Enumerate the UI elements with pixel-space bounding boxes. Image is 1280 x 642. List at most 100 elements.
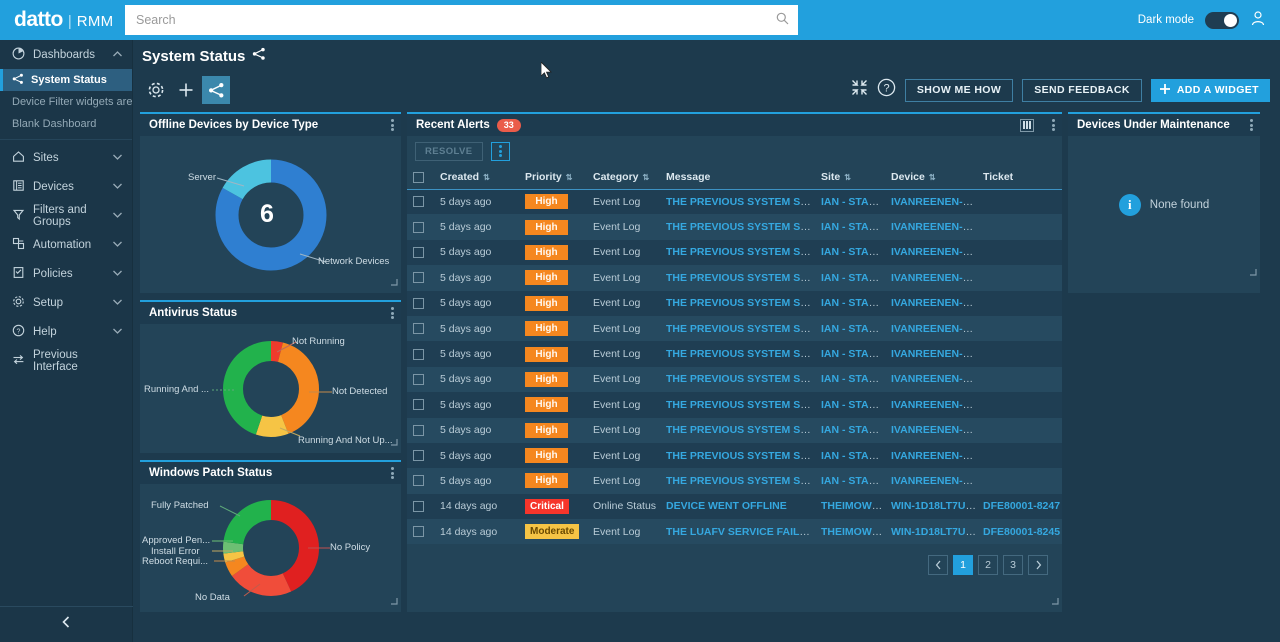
device-link[interactable]: IVANREENEN-TEST bbox=[891, 246, 977, 258]
cell-site[interactable]: IAN - STAGING bbox=[815, 418, 885, 443]
column-header-created[interactable]: Created ⇅ bbox=[434, 166, 519, 190]
cell-ticket[interactable] bbox=[977, 265, 1062, 290]
column-header-ticket[interactable]: Ticket bbox=[977, 166, 1062, 190]
cell-site[interactable]: THEIMOWSKI bbox=[815, 494, 885, 519]
cell-ticket[interactable] bbox=[977, 418, 1062, 443]
select-all-checkbox[interactable] bbox=[413, 171, 424, 183]
cell-site[interactable]: IAN - STAGING bbox=[815, 468, 885, 493]
sort-icon[interactable]: ⇅ bbox=[643, 173, 650, 182]
cell-message[interactable]: DEVICE WENT OFFLINE bbox=[660, 494, 815, 519]
chevron-down-icon[interactable] bbox=[112, 297, 123, 309]
cell-site[interactable]: THEIMOWSKI bbox=[815, 519, 885, 544]
cell-ticket[interactable] bbox=[977, 367, 1062, 392]
kebab-icon[interactable] bbox=[1052, 118, 1055, 133]
message-link[interactable]: THE PREVIOUS SYSTEM SHUTDOWN... bbox=[666, 297, 815, 309]
site-link[interactable]: IAN - STAGING bbox=[821, 475, 885, 487]
chevron-down-icon[interactable] bbox=[112, 152, 123, 164]
ticket-link[interactable]: DFE80001-8245 bbox=[983, 526, 1060, 538]
cell-message[interactable]: THE PREVIOUS SYSTEM SHUTDOWN... bbox=[660, 240, 815, 265]
row-checkbox[interactable] bbox=[413, 373, 424, 385]
table-row[interactable]: 14 days ago Critical Online Status DEVICE W… bbox=[407, 493, 1062, 520]
cell-message[interactable]: THE PREVIOUS SYSTEM SHUTDOWN... bbox=[660, 418, 815, 443]
table-row[interactable]: 5 days ago High Event Log THE PREVIOUS SYST… bbox=[407, 265, 1062, 291]
cell-message[interactable]: THE PREVIOUS SYSTEM SHUTDOWN... bbox=[660, 468, 815, 493]
site-link[interactable]: THEIMOWSKI bbox=[821, 500, 885, 512]
cell-device[interactable]: IVANREENEN-TEST bbox=[885, 418, 977, 443]
site-link[interactable]: IAN - STAGING bbox=[821, 399, 885, 411]
row-select-cell[interactable] bbox=[407, 189, 434, 214]
row-checkbox[interactable] bbox=[413, 500, 424, 512]
cell-message[interactable]: THE PREVIOUS SYSTEM SHUTDOWN... bbox=[660, 443, 815, 468]
message-link[interactable]: THE PREVIOUS SYSTEM SHUTDOWN... bbox=[666, 348, 815, 360]
row-select-cell[interactable] bbox=[407, 265, 434, 290]
kebab-icon[interactable] bbox=[391, 466, 394, 481]
cell-device[interactable]: IVANREENEN-TEST bbox=[885, 291, 977, 316]
row-checkbox[interactable] bbox=[413, 450, 424, 462]
cell-site[interactable]: IAN - STAGING bbox=[815, 214, 885, 239]
row-select-cell[interactable] bbox=[407, 367, 434, 392]
message-link[interactable]: THE PREVIOUS SYSTEM SHUTDOWN... bbox=[666, 424, 815, 436]
device-link[interactable]: IVANREENEN-TEST bbox=[891, 424, 977, 436]
cell-site[interactable]: IAN - STAGING bbox=[815, 189, 885, 214]
resize-grip-icon[interactable] bbox=[390, 273, 398, 291]
message-link[interactable]: THE PREVIOUS SYSTEM SHUTDOWN... bbox=[666, 196, 815, 208]
sidebar-item-dashboards[interactable]: Dashboards bbox=[0, 40, 132, 69]
dark-mode-toggle[interactable] bbox=[1205, 11, 1239, 29]
cell-device[interactable]: IVANREENEN-TEST bbox=[885, 316, 977, 341]
search-input[interactable] bbox=[125, 5, 798, 35]
cell-message[interactable]: THE PREVIOUS SYSTEM SHUTDOWN... bbox=[660, 367, 815, 392]
cell-ticket[interactable] bbox=[977, 316, 1062, 341]
sidebar-item-system-status[interactable]: System Status bbox=[0, 69, 132, 91]
sidebar-item-sites[interactable]: Sites bbox=[0, 143, 132, 172]
device-link[interactable]: IVANREENEN-TEST bbox=[891, 475, 977, 487]
cell-site[interactable]: IAN - STAGING bbox=[815, 291, 885, 316]
sidebar-item-previous-interface[interactable]: Previous Interface bbox=[0, 346, 132, 375]
device-link[interactable]: IVANREENEN-TEST bbox=[891, 348, 977, 360]
add-widget-button[interactable]: ADD A WIDGET bbox=[1150, 78, 1270, 102]
sort-icon[interactable]: ⇅ bbox=[483, 173, 490, 182]
message-link[interactable]: THE PREVIOUS SYSTEM SHUTDOWN... bbox=[666, 221, 815, 233]
share-icon[interactable] bbox=[252, 47, 266, 66]
row-select-cell[interactable] bbox=[407, 519, 434, 544]
cell-ticket[interactable] bbox=[977, 392, 1062, 417]
row-checkbox[interactable] bbox=[413, 196, 424, 208]
chevron-down-icon[interactable] bbox=[112, 181, 123, 193]
table-row[interactable]: 5 days ago High Event Log THE PREVIOUS SYST… bbox=[407, 341, 1062, 367]
row-checkbox[interactable] bbox=[413, 323, 424, 335]
resize-grip-icon[interactable] bbox=[390, 592, 398, 610]
cell-message[interactable]: THE LUAFV SERVICE FAILED TO STA... bbox=[660, 519, 815, 544]
alerts-kebab-button[interactable] bbox=[490, 141, 510, 161]
sort-icon[interactable]: ⇅ bbox=[929, 173, 936, 182]
sidebar-item-automation[interactable]: Automation bbox=[0, 230, 132, 259]
cell-message[interactable]: THE PREVIOUS SYSTEM SHUTDOWN... bbox=[660, 392, 815, 417]
device-link[interactable]: IVANREENEN-TEST bbox=[891, 221, 977, 233]
search-icon[interactable] bbox=[776, 12, 789, 30]
sidebar-collapse-button[interactable] bbox=[0, 606, 133, 642]
cell-device[interactable]: WIN-1D18LT7USE2 bbox=[885, 519, 977, 544]
cell-ticket[interactable] bbox=[977, 468, 1062, 493]
site-link[interactable]: IAN - STAGING bbox=[821, 424, 885, 436]
chevron-down-icon[interactable] bbox=[112, 268, 123, 280]
cell-device[interactable]: WIN-1D18LT7USE2 bbox=[885, 494, 977, 519]
columns-icon[interactable] bbox=[1020, 118, 1034, 132]
cell-ticket[interactable] bbox=[977, 214, 1062, 239]
cell-ticket[interactable] bbox=[977, 189, 1062, 214]
message-link[interactable]: DEVICE WENT OFFLINE bbox=[666, 500, 787, 512]
kebab-icon[interactable] bbox=[391, 118, 394, 133]
cell-message[interactable]: THE PREVIOUS SYSTEM SHUTDOWN... bbox=[660, 214, 815, 239]
gear-icon[interactable] bbox=[142, 76, 170, 104]
sidebar-item-blank-dashboard[interactable]: Blank Dashboard bbox=[0, 113, 132, 135]
site-link[interactable]: IAN - STAGING bbox=[821, 348, 885, 360]
site-link[interactable]: IAN - STAGING bbox=[821, 297, 885, 309]
row-select-cell[interactable] bbox=[407, 443, 434, 468]
cell-ticket[interactable] bbox=[977, 291, 1062, 316]
cell-ticket[interactable] bbox=[977, 240, 1062, 265]
cell-device[interactable]: IVANREENEN-TEST bbox=[885, 367, 977, 392]
message-link[interactable]: THE PREVIOUS SYSTEM SHUTDOWN... bbox=[666, 450, 815, 462]
row-select-cell[interactable] bbox=[407, 341, 434, 366]
device-link[interactable]: IVANREENEN-TEST bbox=[891, 272, 977, 284]
cell-ticket[interactable] bbox=[977, 341, 1062, 366]
pagination-prev-button[interactable] bbox=[928, 555, 948, 576]
site-link[interactable]: IAN - STAGING bbox=[821, 246, 885, 258]
cell-device[interactable]: IVANREENEN-TEST bbox=[885, 189, 977, 214]
